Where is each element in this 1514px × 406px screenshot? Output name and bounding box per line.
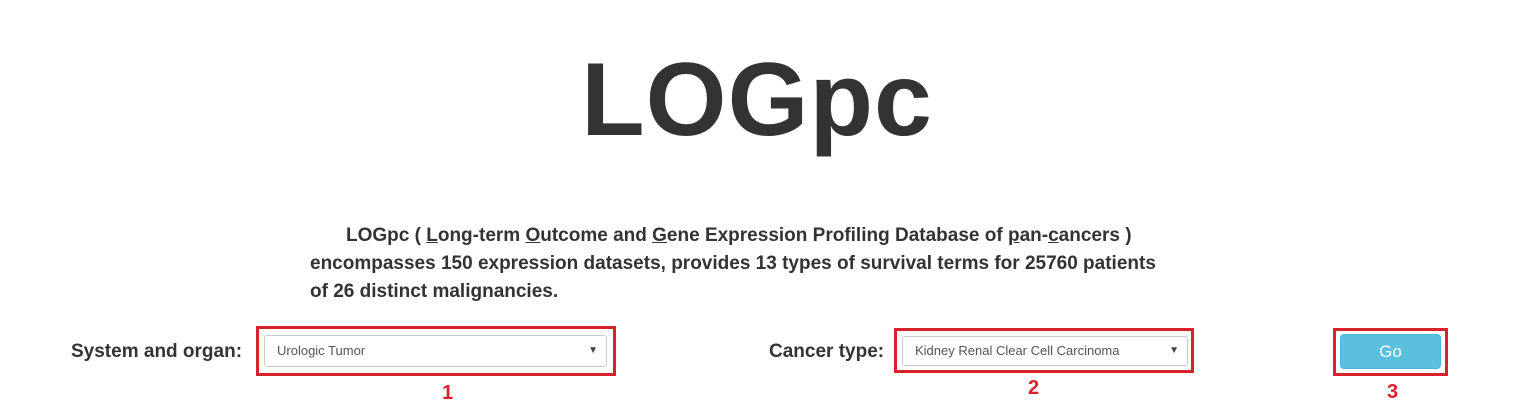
system-organ-select[interactable]: Urologic Tumor ▼ xyxy=(264,335,607,367)
cancer-type-label: Cancer type: xyxy=(769,341,885,362)
acronym-letter-c: c xyxy=(1048,225,1059,246)
description-line-3: of 26 distinct malignancies. xyxy=(310,281,559,302)
cancer-type-selected-value: Kidney Renal Clear Cell Carcinoma xyxy=(915,343,1120,358)
system-organ-label: System and organ: xyxy=(71,341,243,362)
page: LOGpc LOGpc ( Long-term Outcome and Gene… xyxy=(0,0,1514,406)
system-organ-selected-value: Urologic Tumor xyxy=(277,343,366,358)
cancer-type-select[interactable]: Kidney Renal Clear Cell Carcinoma ▼ xyxy=(902,336,1188,366)
acronym-letter-p: p xyxy=(1007,225,1020,246)
dropdown-arrow-icon: ▼ xyxy=(1169,345,1179,356)
step-number-2: 2 xyxy=(1028,377,1040,399)
description-word: ancers ) xyxy=(1058,225,1132,246)
description-word: ong-term xyxy=(437,225,526,246)
step-number-1: 1 xyxy=(442,382,454,404)
description-word: an- xyxy=(1019,225,1049,246)
description-word: ene Expression Profiling Database of xyxy=(666,225,1008,246)
description-line-2: encompasses 150 expression datasets, pro… xyxy=(310,253,1156,274)
description-prefix: LOGpc ( xyxy=(346,225,427,246)
acronym-letter-o: O xyxy=(525,225,541,246)
site-title: LOGpc xyxy=(581,42,933,158)
description-word: utcome and xyxy=(540,225,653,246)
dropdown-arrow-icon: ▼ xyxy=(588,345,598,356)
acronym-letter-l: L xyxy=(426,225,438,246)
description-line-1: LOGpc ( Long-term Outcome and Gene Expre… xyxy=(310,222,1210,250)
site-description: LOGpc ( Long-term Outcome and Gene Expre… xyxy=(310,222,1210,306)
step-number-3: 3 xyxy=(1387,381,1399,403)
acronym-letter-g: G xyxy=(652,225,667,246)
go-button[interactable]: Go xyxy=(1340,334,1441,369)
